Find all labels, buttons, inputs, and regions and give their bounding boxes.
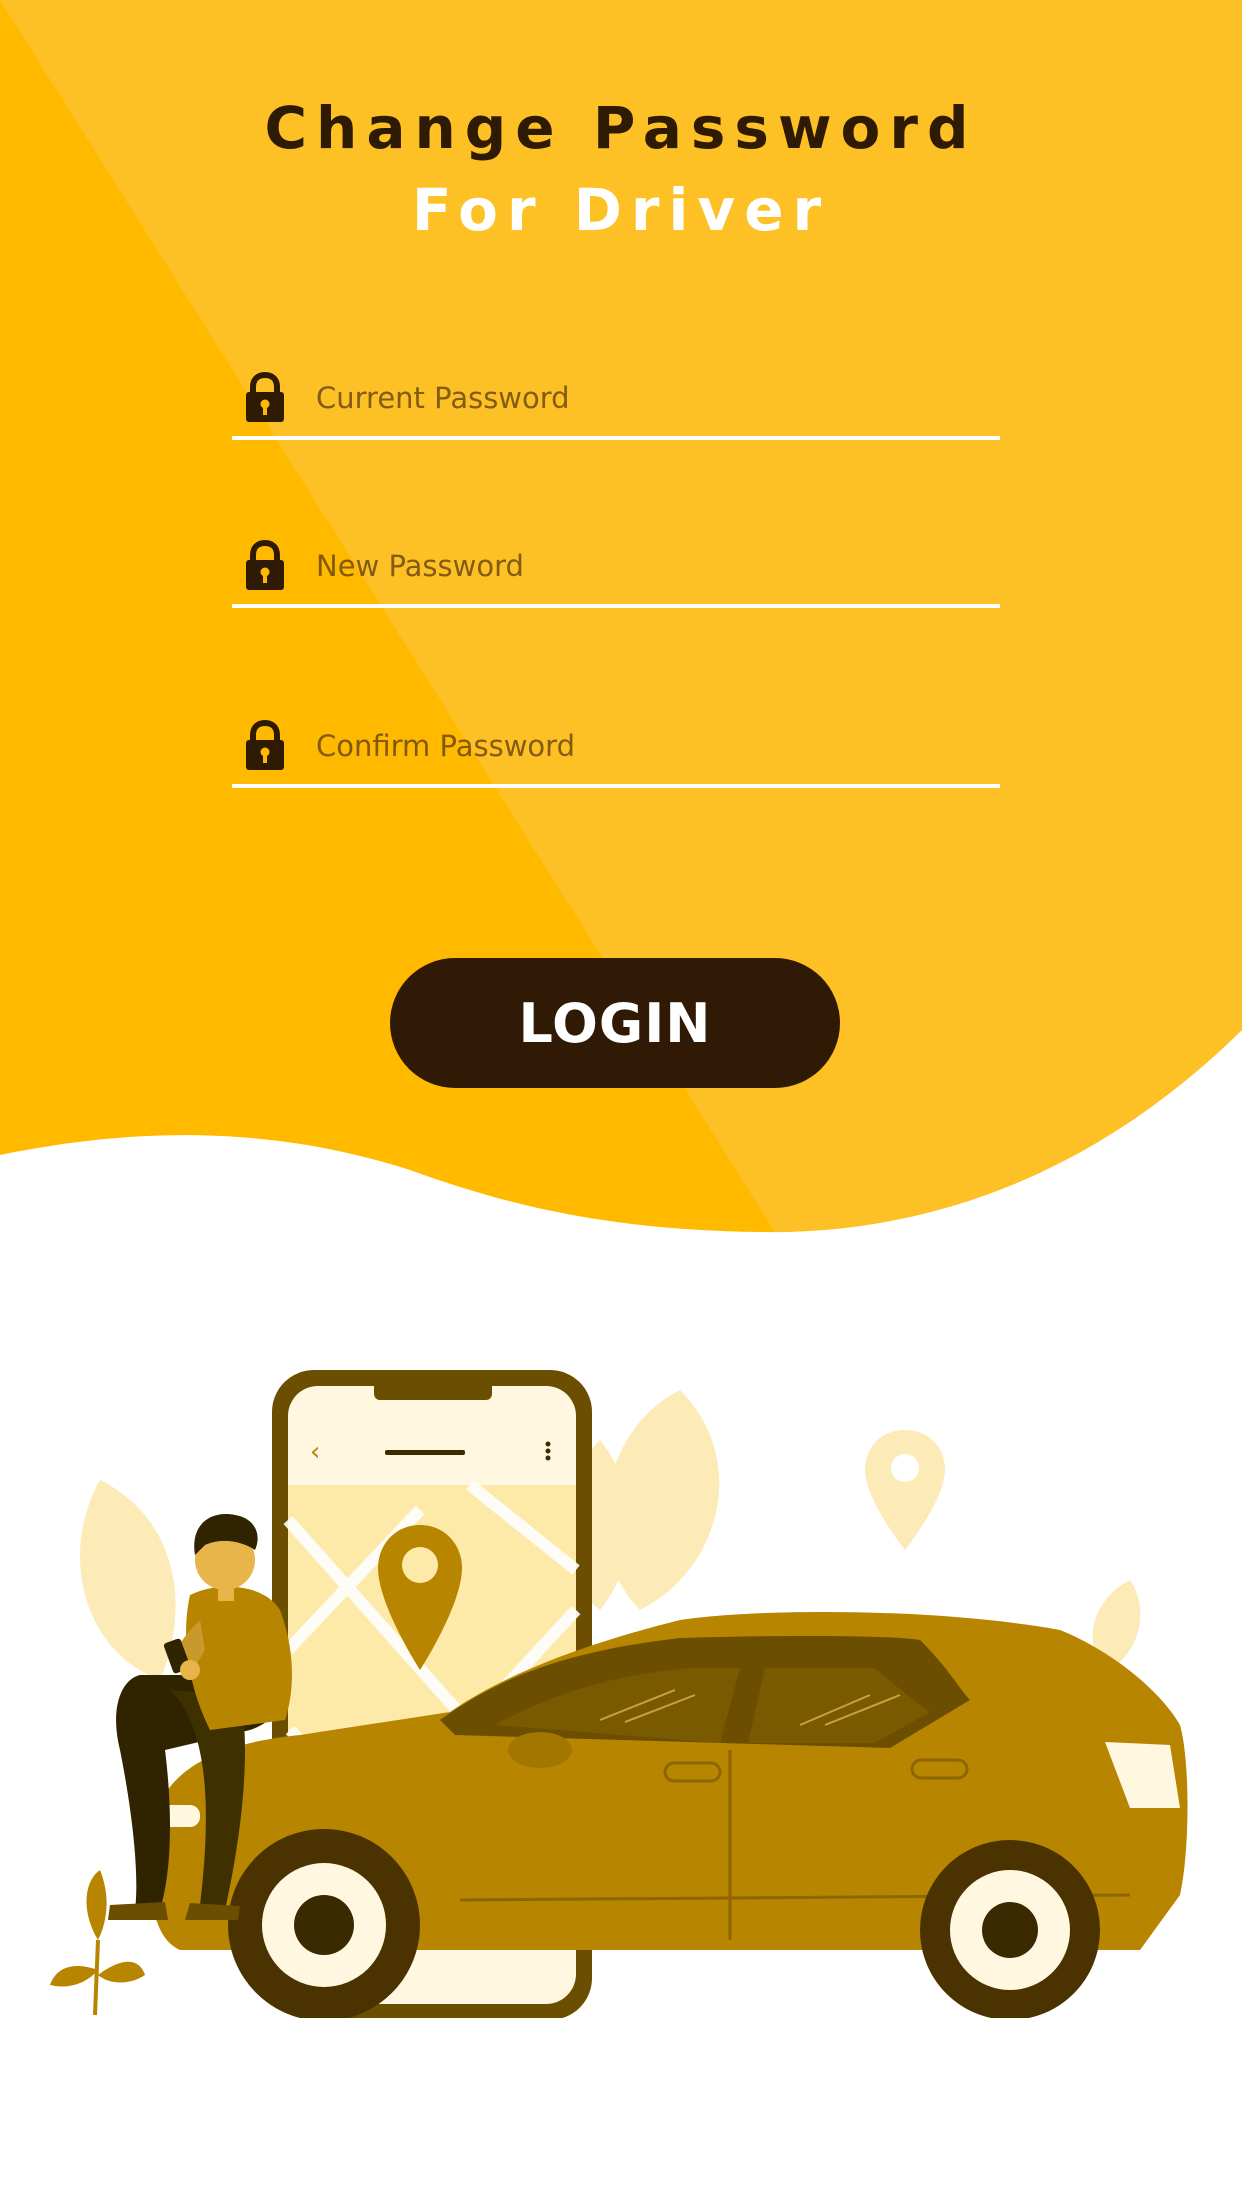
new-password-input[interactable]	[316, 538, 976, 594]
confirm-password-underline	[232, 784, 1000, 788]
current-password-input[interactable]	[316, 370, 976, 426]
lock-icon	[246, 720, 284, 770]
rear-wheel	[920, 1840, 1100, 2020]
lock-icon	[246, 372, 284, 422]
new-password-underline	[232, 604, 1000, 608]
new-password-field	[232, 518, 1000, 608]
page-subtitle: For Driver	[411, 176, 831, 244]
svg-text:‹: ‹	[310, 1437, 320, 1467]
lock-icon	[246, 540, 284, 590]
login-button[interactable]: LOGIN	[390, 958, 840, 1088]
confirm-password-input[interactable]	[316, 718, 976, 774]
front-wheel	[228, 1829, 420, 2021]
plant-decoration	[50, 1870, 145, 2016]
location-pin-decoration	[865, 1430, 945, 1550]
confirm-password-field	[232, 698, 1000, 788]
current-password-underline	[232, 436, 1000, 440]
driver-car-illustration: ‹	[40, 1370, 1220, 2030]
page-title: Change Password	[264, 94, 978, 162]
current-password-field	[232, 350, 1000, 440]
